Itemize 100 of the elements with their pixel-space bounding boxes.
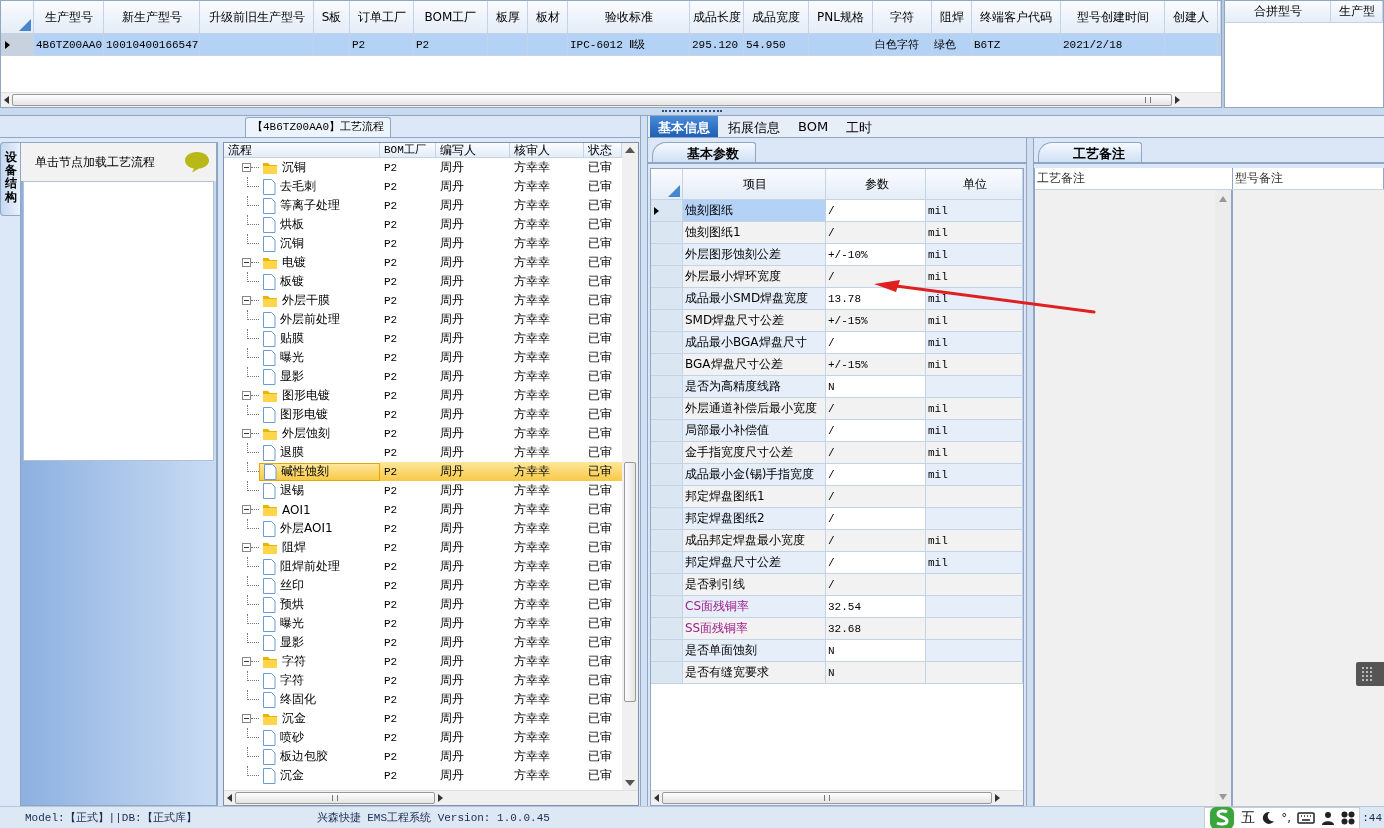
tree-item[interactable]: 外层前处理 [259,310,343,329]
table-cell-text: 已审 [587,577,613,594]
table-cell-text: 周丹 [439,577,465,594]
floating-toolbar[interactable] [1356,662,1384,686]
tab[interactable]: 基本信息 [650,116,718,137]
table-cell-text: 方幸幸 [513,349,551,366]
table-cell: B6TZ [972,34,1061,56]
tree-item[interactable]: 沉金 [259,766,307,785]
table-cell-text: P2 [383,445,399,461]
tree-item[interactable]: 外层蚀刻 [259,424,333,443]
splitter-handle[interactable] [640,116,648,806]
column-header[interactable]: 合拼型号 [1225,1,1331,23]
document-icon [262,672,276,689]
notes-tab[interactable]: 工艺备注 [1038,142,1142,162]
tree-item[interactable]: 去毛刺 [259,177,319,196]
column-header[interactable]: 生产型 [1331,1,1383,23]
tree-item[interactable]: 阻焊 [259,538,309,557]
row-header[interactable] [651,200,683,222]
grip-icon[interactable] [1362,667,1372,681]
grid-icon[interactable] [1341,810,1356,825]
tree-item[interactable]: 丝印 [259,576,307,595]
vertical-scrollbar[interactable] [622,143,638,790]
collapse-toggle[interactable] [242,714,251,723]
tree-item[interactable]: AOI1 [259,500,314,519]
moon-icon[interactable] [1261,810,1276,825]
input-mode-toggle[interactable]: 五 [1241,808,1256,827]
tree-item[interactable]: 显影 [259,633,307,652]
collapse-toggle[interactable] [242,258,251,267]
keyboard-icon[interactable] [1297,811,1316,824]
vertical-scrollbar[interactable] [1215,190,1231,806]
table-cell-text: 方幸幸 [513,178,551,195]
tree-item[interactable]: 沉铜 [259,158,309,177]
tree-item[interactable]: 板边包胶 [259,747,331,766]
tree-item[interactable]: 贴膜 [259,329,307,348]
punctuation-toggle[interactable]: °, [1281,810,1292,825]
collapse-toggle[interactable] [242,505,251,514]
collapse-toggle[interactable] [242,429,251,438]
user-icon[interactable] [1321,810,1336,825]
table-cell-text: 已审 [587,691,613,708]
table-cell-text: 方幸幸 [513,520,551,537]
tree-item[interactable]: 外层干膜 [259,291,333,310]
table-cell-text: 周丹 [439,368,465,385]
column-header[interactable]: 编写人 [436,143,510,157]
tab[interactable]: BOM [790,116,837,137]
tree-item[interactable]: 阻焊前处理 [259,557,343,576]
table-cell-text: 周丹 [439,615,465,632]
tree-item[interactable]: 退锡 [259,481,307,500]
table-cell-text: 方幸幸 [513,482,551,499]
splitter-handle[interactable] [217,142,223,806]
horizontal-scrollbar[interactable] [651,790,1023,805]
table-cell-text: 周丹 [439,748,465,765]
table-cell: mil [926,464,1023,486]
table-cell: +/-10% [826,244,926,266]
splitter-handle[interactable] [0,108,1384,116]
table-cell-text: 已审 [587,254,613,271]
tree-item[interactable]: 曝光 [259,614,307,633]
tree-item[interactable]: 板镀 [259,272,307,291]
tree-item[interactable]: 终固化 [259,690,319,709]
tree-item[interactable]: 等离子处理 [259,196,343,215]
collapse-toggle[interactable] [242,296,251,305]
table-cell: P2 [350,34,414,56]
tree-item[interactable]: 喷砂 [259,728,307,747]
tree-item[interactable]: 字符 [259,652,309,671]
column-header[interactable]: BOM工厂 [380,143,436,157]
table-cell: 金手指宽度尺寸公差 [683,442,826,464]
horizontal-scrollbar[interactable] [1,92,1221,107]
table-cell-text: 方幸幸 [513,691,551,708]
tab[interactable]: 工时 [838,116,881,137]
collapse-toggle[interactable] [242,543,251,552]
document-icon [262,615,276,632]
column-header[interactable]: 流程 [224,143,380,157]
tree-item[interactable]: 字符 [259,671,307,690]
tree-item[interactable]: 沉金 [259,709,309,728]
collapse-toggle[interactable] [242,163,251,172]
tree-item[interactable]: 沉铜 [259,234,307,253]
column-header[interactable]: 核审人 [510,143,584,157]
tree-item[interactable]: 外层AOI1 [259,519,336,538]
table-cell-text: 方幸幸 [513,596,551,613]
tree-item[interactable]: 退膜 [259,443,307,462]
tree-item[interactable]: 烘板 [259,215,307,234]
tree-item[interactable]: 预烘 [259,595,307,614]
tree-item[interactable]: 碱性蚀刻 [259,462,380,481]
table-cell: 4B6TZ00AA0 [34,34,104,56]
s-logo-icon[interactable] [1209,805,1236,828]
side-tab[interactable]: 设备结构 [0,142,20,216]
params-tab[interactable]: 基本参数 [652,142,756,162]
splitter-handle[interactable] [1026,138,1034,806]
row-header[interactable] [1,34,34,56]
tree-item[interactable]: 曝光 [259,348,307,367]
collapse-toggle[interactable] [242,391,251,400]
tree-item[interactable]: 图形电镀 [259,405,331,424]
column-header[interactable]: 型号备注 [1233,168,1384,189]
column-header[interactable]: 工艺备注 [1035,168,1233,189]
collapse-toggle[interactable] [242,657,251,666]
tree-item[interactable]: 图形电镀 [259,386,333,405]
tree-item[interactable]: 显影 [259,367,307,386]
tab[interactable]: 拓展信息 [720,116,788,137]
table-cell-text: 已审 [587,634,613,651]
horizontal-scrollbar[interactable] [224,790,638,805]
tree-item[interactable]: 电镀 [259,253,309,272]
